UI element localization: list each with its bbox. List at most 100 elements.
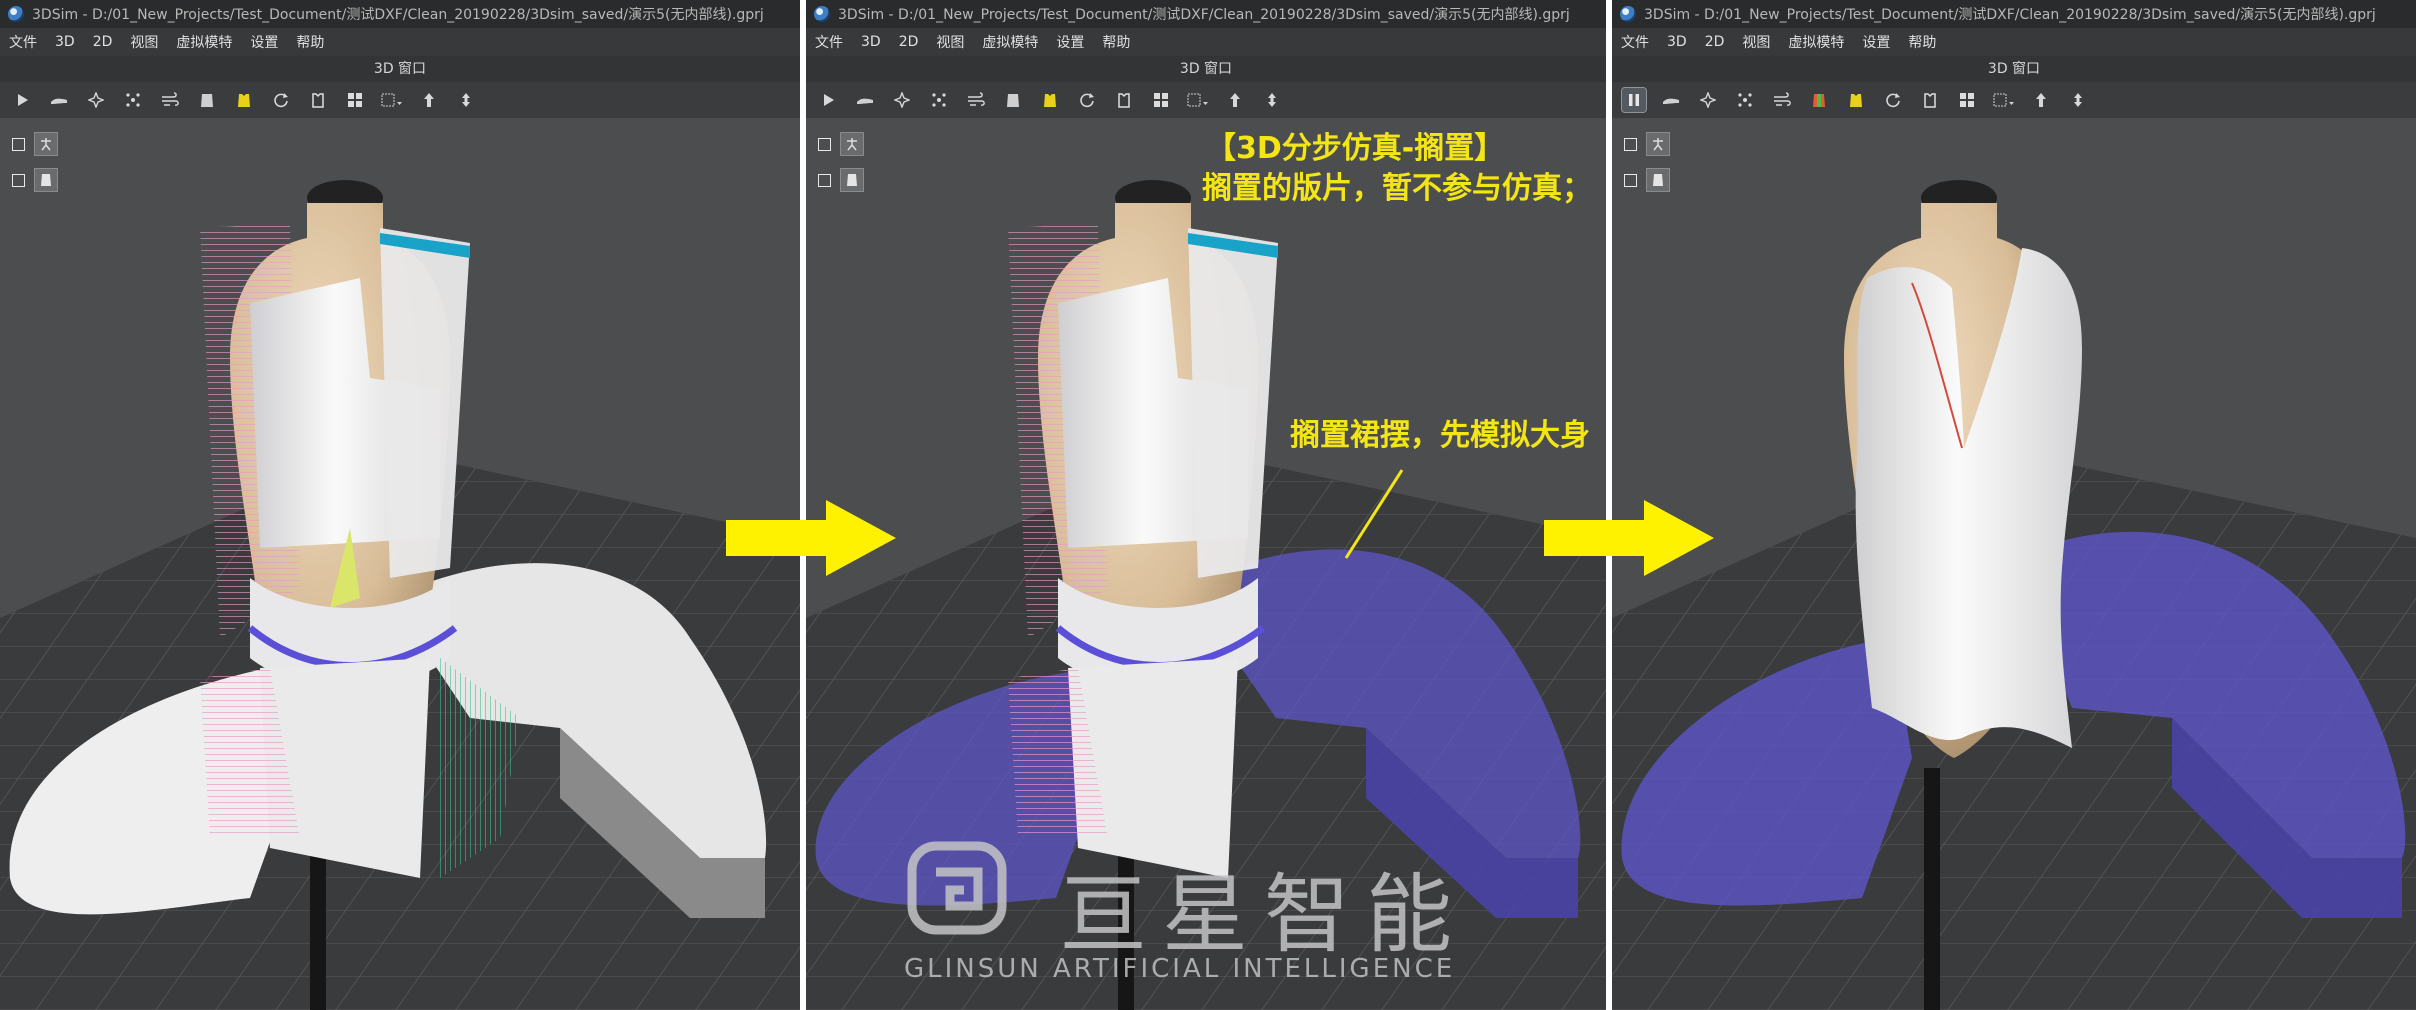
avatar-checkbox[interactable] (12, 137, 25, 151)
avatar-icon[interactable] (840, 132, 864, 156)
garment-gray-icon[interactable] (195, 88, 219, 112)
window-title: 3DSim - D:/01_New_Projects/Test_Document… (838, 7, 1570, 23)
annotation-subheading: 搁置的版片，暂不参与仿真； (1202, 171, 1592, 206)
side-toggle-avatar[interactable] (818, 132, 864, 156)
flow-arrow-icon (726, 500, 896, 576)
menu-2d[interactable]: 2D (84, 34, 122, 50)
menu-file[interactable]: 文件 (1612, 32, 1658, 52)
hand-drag-icon[interactable] (853, 88, 877, 112)
viewport-title: 3D 窗口 (1612, 56, 2416, 82)
toolbar (806, 82, 1606, 119)
arrow-up-alt-icon[interactable] (2066, 88, 2090, 112)
menu-view[interactable]: 视图 (927, 32, 973, 52)
garment-checkbox[interactable] (1624, 173, 1637, 187)
arrow-up-icon[interactable] (1223, 88, 1247, 112)
grid-pieces-icon[interactable] (1955, 88, 1979, 112)
toolbar (0, 82, 800, 119)
garment-icon[interactable] (1646, 168, 1670, 192)
pause-icon[interactable] (1621, 87, 1647, 113)
wind-icon[interactable] (1770, 88, 1794, 112)
garment-yellow-icon[interactable] (232, 88, 256, 112)
wind-icon[interactable] (964, 88, 988, 112)
title-bar: 3DSim - D:/01_New_Projects/Test_Document… (806, 0, 1606, 28)
play-icon[interactable] (10, 88, 34, 112)
menu-2d[interactable]: 2D (1696, 34, 1734, 50)
side-toggle-avatar[interactable] (12, 132, 58, 156)
menu-settings[interactable]: 设置 (241, 32, 287, 52)
title-bar: 3DSim - D:/01_New_Projects/Test_Document… (0, 0, 800, 28)
grid-pieces-icon[interactable] (343, 88, 367, 112)
toolbar (1612, 82, 2416, 119)
arrow-up-alt-icon[interactable] (454, 88, 478, 112)
menu-view[interactable]: 视图 (121, 32, 167, 52)
menu-help[interactable]: 帮助 (287, 32, 333, 52)
menu-help[interactable]: 帮助 (1899, 32, 1945, 52)
brand-logo-icon (907, 841, 1007, 935)
garment-icon[interactable] (34, 168, 58, 192)
points-icon[interactable] (927, 88, 951, 112)
garment-yellow-icon[interactable] (1038, 88, 1062, 112)
side-toggle-avatar[interactable] (1624, 132, 1670, 156)
menu-bar: 文件 3D 2D 视图 虚拟模特 设置 帮助 (1612, 28, 2416, 56)
garment-checkbox[interactable] (818, 173, 831, 187)
avatar-checkbox[interactable] (818, 137, 831, 151)
scene-3d (1612, 180, 2416, 1010)
brand-name-chinese: 亘星智能 (1060, 865, 1468, 965)
menu-avatar[interactable]: 虚拟模特 (973, 32, 1047, 52)
grid-pieces-icon[interactable] (1149, 88, 1173, 112)
garment-outline-icon[interactable] (1918, 88, 1942, 112)
pin-icon[interactable] (1696, 88, 1720, 112)
grid-dropdown-icon[interactable] (1186, 88, 1210, 112)
side-toggle-garment[interactable] (1624, 168, 1670, 192)
points-icon[interactable] (121, 88, 145, 112)
refresh-icon[interactable] (1881, 88, 1905, 112)
flow-arrow-icon (1544, 500, 1714, 576)
menu-3d[interactable]: 3D (852, 34, 890, 50)
menu-file[interactable]: 文件 (806, 32, 852, 52)
refresh-icon[interactable] (269, 88, 293, 112)
grid-dropdown-icon[interactable] (1992, 88, 2016, 112)
menu-2d[interactable]: 2D (890, 34, 928, 50)
garment-checkbox[interactable] (12, 173, 25, 187)
arrow-up-icon[interactable] (417, 88, 441, 112)
pin-icon[interactable] (84, 88, 108, 112)
menu-avatar[interactable]: 虚拟模特 (167, 32, 241, 52)
points-icon[interactable] (1733, 88, 1757, 112)
garment-outline-icon[interactable] (1112, 88, 1136, 112)
avatar-checkbox[interactable] (1624, 137, 1637, 151)
brand-name-english: GLINSUN ARTIFICIAL INTELLIGENCE (904, 954, 1456, 984)
grid-dropdown-icon[interactable] (380, 88, 404, 112)
refresh-icon[interactable] (1075, 88, 1099, 112)
hand-drag-icon[interactable] (1659, 88, 1683, 112)
menu-bar: 文件 3D 2D 视图 虚拟模特 设置 帮助 (806, 28, 1606, 56)
menu-settings[interactable]: 设置 (1853, 32, 1899, 52)
menu-file[interactable]: 文件 (0, 32, 46, 52)
garment-rainbow-icon[interactable] (1807, 88, 1831, 112)
arrow-up-icon[interactable] (2029, 88, 2053, 112)
avatar-icon[interactable] (34, 132, 58, 156)
avatar-icon[interactable] (1646, 132, 1670, 156)
sim-window-step-1: 3DSim - D:/01_New_Projects/Test_Document… (0, 0, 800, 1010)
garment-gray-icon[interactable] (1001, 88, 1025, 112)
menu-help[interactable]: 帮助 (1093, 32, 1139, 52)
viewport-3d[interactable] (1612, 118, 2416, 1010)
arrow-up-alt-icon[interactable] (1260, 88, 1284, 112)
menu-view[interactable]: 视图 (1733, 32, 1779, 52)
pin-icon[interactable] (890, 88, 914, 112)
hand-drag-icon[interactable] (47, 88, 71, 112)
side-toggle-garment[interactable] (12, 168, 58, 192)
wind-icon[interactable] (158, 88, 182, 112)
window-title: 3DSim - D:/01_New_Projects/Test_Document… (1644, 7, 2376, 23)
side-toggle-garment[interactable] (818, 168, 864, 192)
menu-avatar[interactable]: 虚拟模特 (1779, 32, 1853, 52)
viewport-3d[interactable] (0, 118, 800, 1010)
garment-outline-icon[interactable] (306, 88, 330, 112)
menu-3d[interactable]: 3D (1658, 34, 1696, 50)
menu-3d[interactable]: 3D (46, 34, 84, 50)
scene-3d (0, 180, 800, 1010)
brand-watermark: 亘星智能 GLINSUN ARTIFICIAL INTELLIGENCE (900, 830, 1460, 1000)
play-icon[interactable] (816, 88, 840, 112)
menu-settings[interactable]: 设置 (1047, 32, 1093, 52)
garment-icon[interactable] (840, 168, 864, 192)
garment-yellow-icon[interactable] (1844, 88, 1868, 112)
